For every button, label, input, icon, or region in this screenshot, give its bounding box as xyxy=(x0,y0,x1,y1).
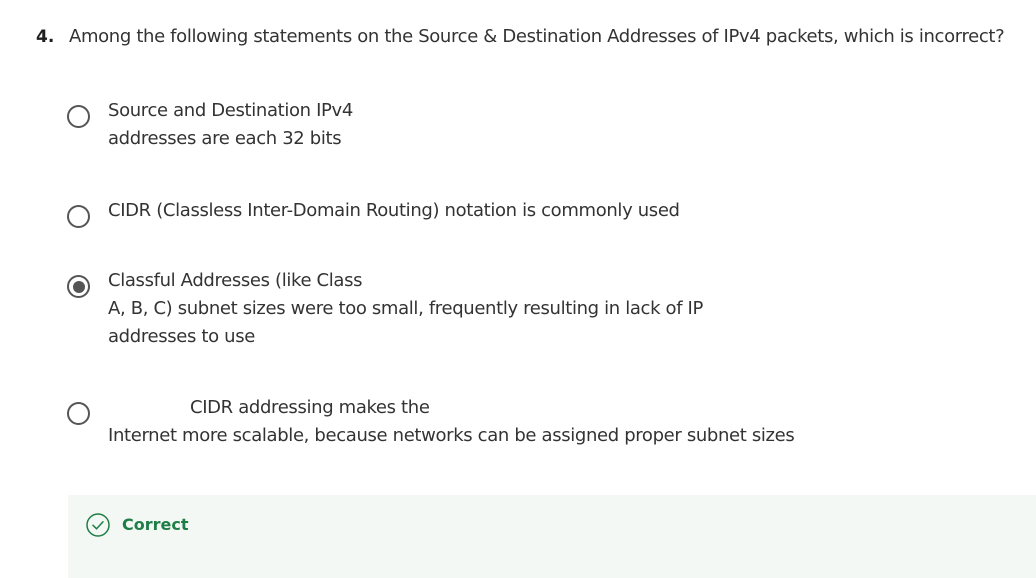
option-3-line-2: A, B, C) subnet sizes were too small, fr… xyxy=(108,298,704,319)
option-4-line-2: Internet more scalable, because networks… xyxy=(108,425,795,446)
option-2-line-1: CIDR (Classless Inter-Domain Routing) no… xyxy=(108,200,680,221)
question-number: 4. xyxy=(36,27,55,47)
option-1-text: Source and Destination IPv4 addresses ar… xyxy=(108,97,353,153)
option-2-text: CIDR (Classless Inter-Domain Routing) no… xyxy=(108,197,680,225)
question-text: Among the following statements on the So… xyxy=(69,26,1005,47)
radio-button-option-2[interactable] xyxy=(67,205,90,228)
option-4-text: CIDR addressing makes the Internet more … xyxy=(108,394,795,450)
quiz-page: 4. Among the following statements on the… xyxy=(0,0,1036,578)
option-1-line-1: Source and Destination IPv4 xyxy=(108,100,353,121)
option-3-line-1: Classful Addresses (like Class xyxy=(108,270,363,291)
question-header: 4. Among the following statements on the… xyxy=(36,26,1005,47)
check-circle-icon xyxy=(86,513,110,537)
radio-button-option-1[interactable] xyxy=(67,105,90,128)
radio-button-option-3-selected[interactable] xyxy=(67,275,90,298)
option-3-text: Classful Addresses (like Class A, B, C) … xyxy=(108,267,703,351)
feedback-panel: Correct xyxy=(68,495,1036,578)
option-3-line-3: addresses to use xyxy=(108,326,255,347)
feedback-label: Correct xyxy=(122,515,189,534)
radio-button-option-4[interactable] xyxy=(67,402,90,425)
option-4-line-1: CIDR addressing makes the xyxy=(190,397,430,418)
option-1-line-2: addresses are each 32 bits xyxy=(108,128,342,149)
